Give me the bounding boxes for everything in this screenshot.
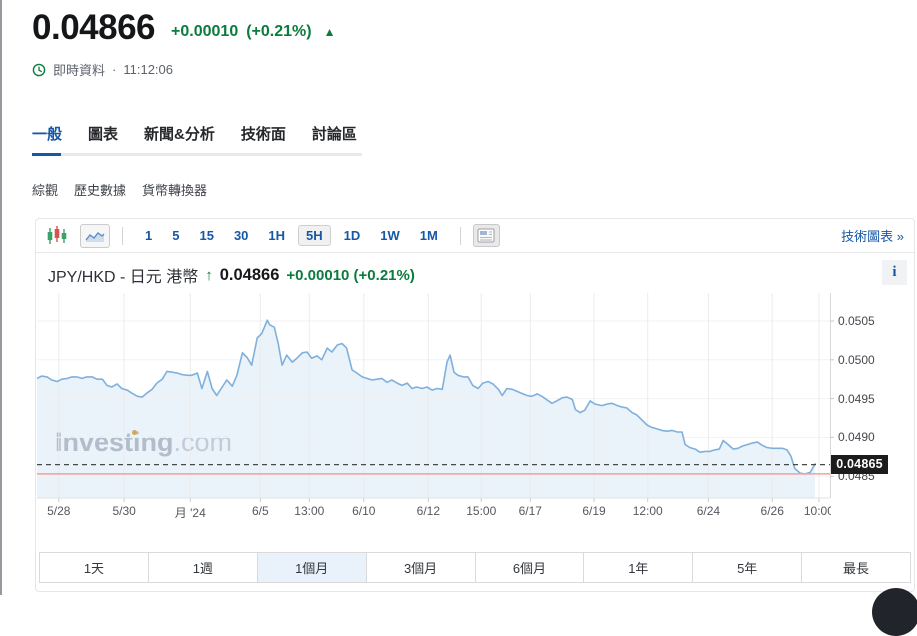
timeframe-5H[interactable]: 5H	[298, 225, 331, 246]
price-chart[interactable]	[37, 293, 835, 503]
news-panel-icon[interactable]	[473, 224, 500, 247]
range-1m[interactable]: 1個月	[257, 553, 366, 582]
subtab-overview[interactable]: 綜觀	[32, 180, 58, 199]
tab-chart[interactable]: 圖表	[88, 124, 118, 146]
area-chart-icon[interactable]	[80, 224, 110, 248]
chart-price: 0.04866	[220, 266, 280, 285]
price-change-percent: (+0.21%)	[246, 23, 311, 41]
x-axis-label: 12:00	[633, 504, 663, 518]
realtime-row: 即時資料 · 11:12:06	[32, 60, 173, 79]
candlestick-chart-icon[interactable]	[46, 225, 68, 247]
timeframe-list: 1515301H5H1D1W1M	[135, 225, 448, 246]
instrument-name: JPY/HKD - 日元 港幣	[48, 263, 198, 287]
range-3m[interactable]: 3個月	[366, 553, 475, 582]
x-axis-label: 月 '24	[175, 504, 206, 520]
active-tab-indicator	[32, 153, 61, 156]
chart-widget: 1515301H5H1D1W1M 技術圖表 » JPY/HKD - 日元 港幣 …	[35, 218, 915, 592]
subtab-historical-data[interactable]: 歷史數據	[74, 180, 126, 199]
subtab-currency-converter[interactable]: 貨幣轉換器	[142, 180, 207, 199]
timeframe-1H[interactable]: 1H	[258, 228, 295, 243]
realtime-label: 即時資料	[53, 60, 105, 79]
chart-change: +0.00010 (+0.21%)	[286, 267, 414, 284]
x-axis-label: 13:00	[294, 504, 324, 518]
y-axis-label: 0.0490	[838, 429, 896, 445]
timeframe-1[interactable]: 1	[135, 228, 162, 243]
quote-time: 11:12:06	[123, 62, 173, 77]
x-axis-label: 15:00	[466, 504, 496, 518]
up-arrow-icon: ↑	[205, 267, 213, 284]
timeframe-1D[interactable]: 1D	[334, 228, 371, 243]
up-triangle-icon: ▲	[324, 25, 336, 39]
current-price: 0.04866	[32, 8, 155, 48]
toolbar-divider	[122, 227, 123, 245]
tab-technical[interactable]: 技術面	[241, 124, 286, 146]
tab-general[interactable]: 一般	[32, 124, 62, 146]
clock-icon	[32, 63, 46, 77]
x-axis-label: 5/28	[47, 504, 70, 518]
timeframe-30[interactable]: 30	[224, 228, 258, 243]
x-axis-label: 6/24	[697, 504, 720, 518]
y-axis-label: 0.0500	[838, 352, 896, 368]
x-axis-label: 5/30	[112, 504, 135, 518]
range-6m[interactable]: 6個月	[475, 553, 584, 582]
y-axis-label: 0.0495	[838, 391, 896, 407]
chart-title-row: JPY/HKD - 日元 港幣 ↑ 0.04866 +0.00010 (+0.2…	[48, 263, 415, 287]
main-tabs: 一般 圖表 新聞&分析 技術面 討論區	[32, 124, 357, 146]
x-axis-label: 6/17	[519, 504, 542, 518]
timeframe-15[interactable]: 15	[189, 228, 223, 243]
x-axis-labels: 5/28 5/30 月 '24 6/5 13:00 6/10 6/12 15:00 6/17 6/…	[37, 504, 831, 520]
range-1w[interactable]: 1週	[148, 553, 257, 582]
range-1d[interactable]: 1天	[40, 553, 148, 582]
sub-tabs: 綜觀歷史數據貨幣轉換器	[32, 180, 207, 199]
range-buttons: 1天1週1個月3個月6個月1年5年最長	[39, 552, 911, 583]
y-axis-label: 0.0505	[838, 313, 896, 329]
chart-toolbar: 1515301H5H1D1W1M 技術圖表 »	[36, 219, 914, 253]
range-5y[interactable]: 5年	[692, 553, 801, 582]
x-axis-label: 6/5	[252, 504, 269, 518]
floating-action-button[interactable]	[872, 588, 917, 636]
x-axis-label: 6/26	[761, 504, 784, 518]
price-change: +0.00010	[171, 23, 238, 41]
range-max[interactable]: 最長	[801, 553, 910, 582]
x-axis-label: 6/10	[352, 504, 375, 518]
timeframe-1M[interactable]: 1M	[410, 228, 448, 243]
timeframe-1W[interactable]: 1W	[370, 228, 410, 243]
info-icon[interactable]: i	[882, 260, 907, 285]
price-change-group: +0.00010 (+0.21%) ▲	[171, 23, 335, 48]
timeframe-5[interactable]: 5	[162, 228, 189, 243]
tabs-underline	[32, 153, 362, 156]
toolbar-divider	[460, 227, 461, 245]
chart-area-fill	[37, 320, 815, 498]
tab-news-analysis[interactable]: 新聞&分析	[144, 124, 215, 146]
separator-dot: ·	[112, 62, 116, 77]
current-price-tag: 0.04865	[831, 455, 888, 474]
tab-comments[interactable]: 討論區	[312, 124, 357, 146]
quote-header: 0.04866 +0.00010 (+0.21%) ▲	[32, 8, 335, 48]
x-axis-label: 10:00	[804, 504, 831, 518]
technical-chart-link[interactable]: 技術圖表 »	[841, 226, 904, 245]
x-axis-label: 6/19	[582, 504, 605, 518]
x-axis-label: 6/12	[417, 504, 440, 518]
range-1y[interactable]: 1年	[583, 553, 692, 582]
